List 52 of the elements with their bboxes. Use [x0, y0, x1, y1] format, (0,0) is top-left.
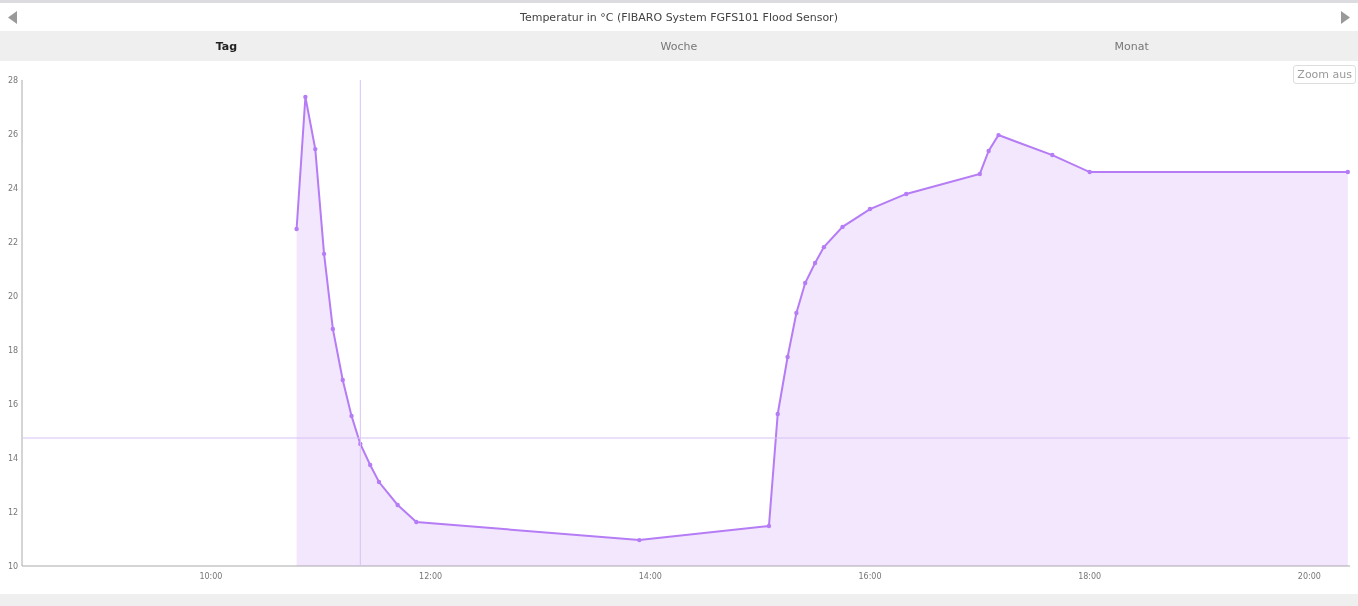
- y-axis-label: 22: [8, 238, 19, 247]
- data-point: [1050, 152, 1055, 158]
- data-point: [330, 326, 336, 332]
- y-axis-label: 28: [8, 76, 19, 85]
- data-point: [303, 94, 308, 100]
- data-point: [812, 260, 818, 266]
- data-point: [775, 411, 780, 417]
- period-tab[interactable]: Tag: [0, 31, 453, 61]
- period-tab[interactable]: Monat: [905, 31, 1358, 61]
- y-axis-label: 16: [8, 400, 19, 409]
- x-axis-label: 20:00: [1297, 572, 1321, 581]
- data-point: [904, 191, 909, 197]
- y-axis-label: 20: [8, 292, 19, 301]
- x-axis-label: 18:00: [1078, 572, 1102, 581]
- data-point: [376, 479, 382, 485]
- data-point: [313, 146, 318, 152]
- y-axis-label: 26: [8, 130, 19, 139]
- data-point: [867, 206, 873, 212]
- x-axis-label: 12:00: [419, 572, 443, 581]
- data-point: [794, 310, 799, 316]
- data-point: [1345, 169, 1350, 175]
- y-axis-label: 18: [8, 346, 19, 355]
- data-point: [414, 519, 419, 525]
- data-point: [803, 280, 808, 286]
- y-axis-label: 10: [8, 562, 19, 571]
- data-point: [340, 377, 345, 383]
- y-axis-label: 24: [8, 184, 19, 193]
- data-point: [986, 148, 991, 154]
- data-point: [637, 537, 642, 543]
- x-axis-label: 14:00: [638, 572, 662, 581]
- x-axis-label: 16:00: [858, 572, 882, 581]
- data-point: [840, 224, 845, 230]
- data-point: [1087, 169, 1092, 175]
- data-point: [349, 413, 354, 419]
- data-point: [395, 502, 400, 508]
- data-point: [358, 441, 363, 447]
- x-axis-label: 10:00: [199, 572, 223, 581]
- data-point: [996, 132, 1001, 138]
- previous-arrow-icon[interactable]: [8, 10, 17, 24]
- period-tab[interactable]: Woche: [452, 31, 906, 61]
- y-axis-label: 12: [8, 508, 19, 517]
- chart-title: Temperatur in °C (FIBARO System FGFS101 Flood Sensor): [520, 10, 838, 24]
- zoom-out-button[interactable]: Zoom aus: [1293, 65, 1356, 84]
- data-point: [368, 462, 373, 468]
- data-point: [294, 226, 299, 232]
- data-point: [785, 354, 790, 360]
- y-axis-label: 14: [8, 454, 19, 463]
- data-point: [821, 244, 827, 250]
- data-point: [766, 523, 772, 529]
- next-arrow-icon[interactable]: [1341, 10, 1350, 24]
- data-point: [321, 251, 327, 257]
- data-point: [977, 171, 983, 177]
